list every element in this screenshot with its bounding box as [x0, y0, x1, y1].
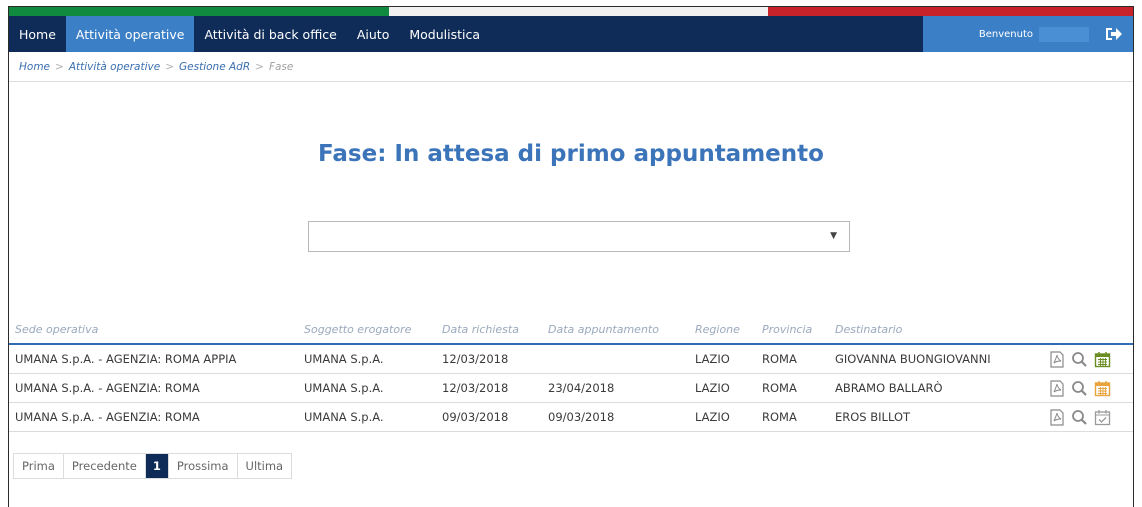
page-title: Fase: In attesa di primo appuntamento	[318, 141, 824, 167]
flag-red	[768, 7, 1133, 16]
cell-data-richiesta: 12/03/2018	[442, 352, 509, 366]
cell-provincia: ROMA	[762, 381, 797, 395]
row-actions	[1049, 403, 1111, 431]
nav-item-home[interactable]: Home	[9, 16, 66, 52]
pager-last[interactable]: Ultima	[238, 454, 292, 478]
welcome-label: Benvenuto	[978, 28, 1033, 40]
cell-regione: LAZIO	[695, 381, 730, 395]
calendar-check-icon[interactable]	[1094, 409, 1111, 426]
row-actions	[1049, 374, 1111, 402]
nav-item-back-office[interactable]: Attività di back office	[194, 16, 346, 52]
search-icon[interactable]	[1071, 409, 1088, 426]
nav-item-modulistica[interactable]: Modulistica	[399, 16, 490, 52]
header-destinatario[interactable]: Destinatario	[835, 317, 902, 343]
flag-green	[9, 7, 389, 16]
dropdown-arrow-icon: ▼	[830, 231, 837, 241]
header-regione[interactable]: Regione	[695, 317, 740, 343]
cell-destinatario: ABRAMO BALLARÒ	[835, 381, 943, 395]
cell-data-richiesta: 12/03/2018	[442, 381, 509, 395]
pagination: Prima Precedente 1 Prossima Ultima	[13, 453, 293, 479]
italian-flag-stripe	[9, 7, 1133, 16]
cell-data-appuntamento: 23/04/2018	[548, 381, 615, 395]
flag-white	[389, 7, 768, 16]
cell-sede: UMANA S.p.A. - AGENZIA: ROMA APPIA	[15, 352, 237, 366]
breadcrumb-separator: >	[165, 60, 175, 73]
pager-next[interactable]: Prossima	[169, 454, 238, 478]
cell-destinatario: EROS BILLOT	[835, 410, 911, 424]
calendar-icon[interactable]	[1094, 351, 1111, 368]
table-row: UMANA S.p.A. - AGENZIA: ROMA UMANA S.p.A…	[9, 374, 1133, 402]
cell-soggetto: UMANA S.p.A.	[304, 352, 384, 366]
breadcrumb-home[interactable]: Home	[19, 61, 50, 73]
row-divider	[9, 431, 1133, 432]
username-box	[1039, 26, 1089, 42]
header-data-richiesta[interactable]: Data richiesta	[442, 317, 519, 343]
pager-first[interactable]: Prima	[14, 454, 64, 478]
breadcrumb-separator: >	[55, 60, 64, 73]
pdf-icon[interactable]	[1049, 350, 1065, 368]
cell-data-appuntamento: 09/03/2018	[548, 410, 615, 424]
table-row: UMANA S.p.A. - AGENZIA: ROMA UMANA S.p.A…	[9, 403, 1133, 431]
pager-current-page[interactable]: 1	[145, 454, 169, 478]
search-icon[interactable]	[1071, 380, 1088, 397]
table-row: UMANA S.p.A. - AGENZIA: ROMA APPIA UMANA…	[9, 345, 1133, 373]
breadcrumb-attivita-operative[interactable]: Attività operative	[69, 61, 160, 73]
phase-select[interactable]: ▼	[308, 221, 850, 252]
breadcrumb: Home > Attività operative > Gestione AdR…	[9, 52, 1133, 82]
cell-soggetto: UMANA S.p.A.	[304, 381, 384, 395]
user-area: Benvenuto	[923, 16, 1133, 52]
breadcrumb-gestione-adr[interactable]: Gestione AdR	[179, 61, 250, 73]
header-provincia[interactable]: Provincia	[762, 317, 812, 343]
header-soggetto-erogatore[interactable]: Soggetto erogatore	[304, 317, 411, 343]
pager-previous[interactable]: Precedente	[64, 454, 146, 478]
header-sede-operativa[interactable]: Sede operativa	[15, 317, 98, 343]
logout-icon[interactable]	[1103, 25, 1123, 43]
cell-regione: LAZIO	[695, 410, 730, 424]
breadcrumb-separator: >	[255, 60, 264, 73]
nav-item-aiuto[interactable]: Aiuto	[347, 16, 400, 52]
breadcrumb-fase: Fase	[268, 60, 294, 73]
cell-destinatario: GIOVANNA BUONGIOVANNI	[835, 352, 991, 366]
cell-data-richiesta: 09/03/2018	[442, 410, 509, 424]
cell-provincia: ROMA	[762, 352, 797, 366]
cell-regione: LAZIO	[695, 352, 730, 366]
cell-provincia: ROMA	[762, 410, 797, 424]
cell-sede: UMANA S.p.A. - AGENZIA: ROMA	[15, 410, 200, 424]
cell-sede: UMANA S.p.A. - AGENZIA: ROMA	[15, 381, 200, 395]
header-data-appuntamento[interactable]: Data appuntamento	[548, 317, 659, 343]
nav-item-attivita-operative[interactable]: Attività operative	[65, 16, 195, 52]
cell-soggetto: UMANA S.p.A.	[304, 410, 384, 424]
row-actions	[1049, 345, 1111, 373]
table-header: Sede operativa Soggetto erogatore Data r…	[9, 317, 1133, 343]
pdf-icon[interactable]	[1049, 379, 1065, 397]
calendar-icon[interactable]	[1094, 380, 1111, 397]
pdf-icon[interactable]	[1049, 408, 1065, 426]
top-navbar: Home Attività operative Attività di back…	[9, 16, 1133, 52]
search-icon[interactable]	[1071, 351, 1088, 368]
app-frame: Home Attività operative Attività di back…	[8, 6, 1134, 507]
